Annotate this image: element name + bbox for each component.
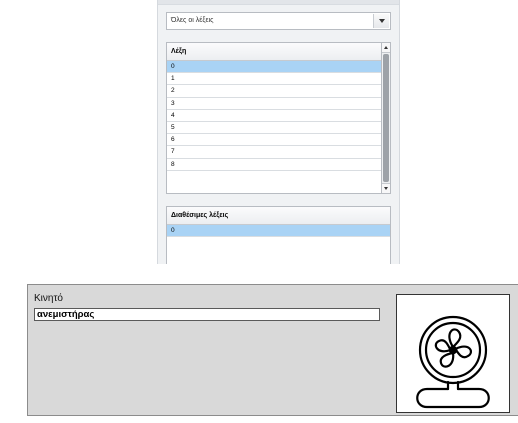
list-item[interactable]: 3 — [167, 98, 381, 110]
word-list-header[interactable]: Λέξη — [167, 43, 381, 61]
list-item[interactable]: 6 — [167, 134, 381, 147]
list-item[interactable]: 5 — [167, 122, 381, 135]
list-item[interactable]: 0 — [167, 225, 390, 238]
scroll-up-button[interactable] — [382, 43, 390, 53]
scroll-up-icon — [384, 46, 388, 49]
list-item[interactable]: 2 — [167, 85, 381, 98]
scroll-down-icon — [384, 187, 388, 190]
available-words-header[interactable]: Διαθέσιμες λέξεις — [167, 207, 390, 225]
list-item[interactable]: 4 — [167, 110, 381, 122]
panel-top-divider — [158, 0, 399, 5]
chevron-down-icon — [378, 19, 385, 23]
available-words-list: Διαθέσιμες λέξεις 0 — [166, 206, 391, 264]
list-item[interactable]: 0 — [167, 61, 381, 74]
field-label: Κινητό — [34, 293, 63, 304]
scroll-thumb[interactable] — [383, 54, 389, 182]
list-item[interactable]: 8 — [167, 159, 381, 171]
word-filter-value: Όλες οι λέξεις — [171, 17, 214, 24]
list-item[interactable]: 7 — [167, 146, 381, 159]
fan-icon — [416, 315, 490, 409]
list-item[interactable]: 1 — [167, 73, 381, 86]
word-text-field[interactable]: ανεμιστήρας — [34, 308, 380, 321]
word-entry-panel: Κινητό ανεμιστήρας — [27, 284, 518, 416]
dropdown-arrow-button[interactable] — [373, 14, 389, 28]
word-list: Λέξη 0 1 2 3 4 5 6 7 8 — [166, 42, 382, 194]
word-list-scrollbar[interactable] — [382, 42, 391, 194]
scroll-down-button[interactable] — [382, 183, 390, 193]
word-image-frame — [396, 294, 510, 413]
word-filter-dropdown[interactable]: Όλες οι λέξεις — [166, 12, 391, 30]
word-list-panel: Όλες οι λέξεις Λέξη 0 1 2 3 4 5 6 7 8 Δι… — [157, 0, 400, 264]
